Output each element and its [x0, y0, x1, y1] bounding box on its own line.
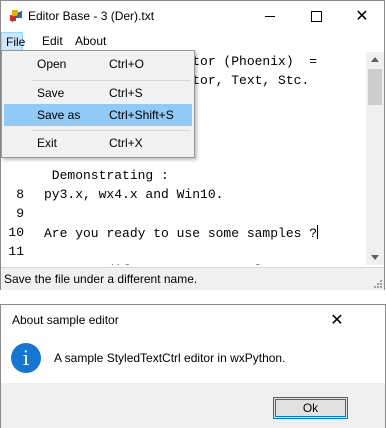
dialog-close-button[interactable]: ✕: [325, 307, 349, 331]
close-button[interactable]: ✕: [339, 1, 385, 31]
code-line[interactable]: 9: [2, 206, 366, 225]
text-caret: [317, 225, 319, 239]
code-line[interactable]: 11: [2, 244, 366, 263]
minimize-button[interactable]: [247, 1, 293, 31]
info-icon: i: [11, 343, 41, 373]
resize-grip-icon[interactable]: [372, 278, 382, 288]
dialog-message: A sample StyledTextCtrl editor in wxPyth…: [54, 351, 286, 365]
line-text: Test, modify, correct, complete,: [44, 263, 294, 265]
line-number: 12: [2, 263, 24, 265]
window-title: Editor Base - 3 (Der).txt: [28, 9, 155, 23]
line-number: 9: [16, 206, 24, 221]
menu-item-open[interactable]: Open Ctrl+O: [4, 53, 192, 75]
menu-item-save[interactable]: Save Ctrl+S: [4, 82, 192, 104]
menu-file[interactable]: File: [1, 32, 25, 52]
status-text: Save the file under a different name.: [4, 272, 198, 286]
menu-item-shortcut: Ctrl+O: [109, 57, 145, 71]
menu-item-label: Open: [37, 57, 67, 71]
status-bar: Save the file under a different name.: [1, 267, 384, 290]
line-number: 10: [8, 225, 24, 240]
line-text: Demonstrating :: [44, 168, 169, 183]
vertical-scrollbar[interactable]: [366, 52, 384, 265]
ok-button[interactable]: Ok: [273, 397, 348, 419]
menu-edit[interactable]: Edit: [36, 32, 69, 51]
line-number: 8: [16, 187, 24, 202]
maximize-icon: [310, 10, 322, 22]
minimize-icon: [265, 15, 275, 17]
menu-separator: [32, 130, 190, 131]
menu-item-label: Save: [37, 86, 65, 100]
close-icon: ✕: [355, 6, 369, 25]
menu-item-label: Exit: [37, 136, 58, 150]
code-line[interactable]: 8 py3.x, wx4.x and Win10.: [2, 187, 366, 206]
about-dialog: About sample editor ✕ i A sample StyledT…: [0, 304, 386, 428]
maximize-button[interactable]: [293, 1, 339, 31]
menu-bar: File Edit About: [1, 32, 384, 52]
file-menu-dropdown: Open Ctrl+O Save Ctrl+S Save as Ctrl+Shi…: [1, 50, 195, 158]
app-icon: [10, 10, 23, 23]
menu-item-label: Save as: [37, 108, 81, 122]
close-icon: ✕: [330, 309, 344, 329]
line-text: Are you ready to use some samples ?: [44, 225, 319, 241]
menu-separator: [32, 80, 190, 81]
scroll-up-icon[interactable]: [371, 57, 379, 62]
scroll-thumb[interactable]: [368, 69, 382, 105]
menu-item-shortcut: Ctrl+Shift+S: [109, 108, 174, 122]
menu-about[interactable]: About: [69, 32, 112, 51]
menu-item-shortcut: Ctrl+S: [109, 86, 143, 100]
menu-item-shortcut: Ctrl+X: [109, 136, 143, 150]
code-line[interactable]: Demonstrating :: [2, 168, 366, 187]
menu-item-save-as[interactable]: Save as Ctrl+Shift+S: [4, 104, 192, 126]
dialog-title: About sample editor: [12, 313, 119, 327]
line-text: py3.x, wx4.x and Win10.: [44, 187, 224, 202]
title-bar[interactable]: Editor Base - 3 (Der).txt ✕: [1, 1, 384, 31]
scroll-down-icon[interactable]: [371, 255, 379, 260]
line-number: 11: [8, 244, 24, 259]
menu-item-exit[interactable]: Exit Ctrl+X: [4, 132, 192, 154]
code-line[interactable]: 12 Test, modify, correct, complete,: [2, 263, 366, 265]
code-line[interactable]: 10 Are you ready to use some samples ?: [2, 225, 366, 244]
